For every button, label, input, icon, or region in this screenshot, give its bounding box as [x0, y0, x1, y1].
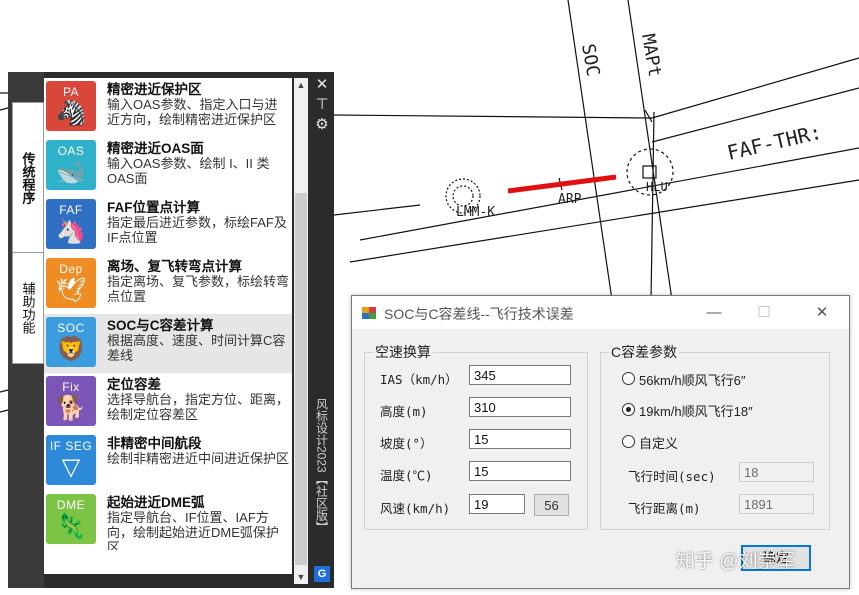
- temperature-input[interactable]: [469, 461, 571, 481]
- lizard-icon: DME 🦎: [46, 494, 96, 544]
- unicorn-icon: FAF 🦄: [46, 199, 96, 249]
- radio-19kmh-18s[interactable]: [622, 403, 635, 416]
- minimize-button[interactable]: —: [691, 296, 737, 329]
- brand-logo: G: [314, 566, 330, 582]
- tool-item-title: FAF位置点计算: [107, 200, 200, 215]
- radio-custom-label: 自定义: [639, 436, 679, 451]
- ias-input[interactable]: [469, 365, 571, 385]
- tool-item-title: 精密进近OAS面: [107, 141, 204, 156]
- tool-item-dme[interactable]: DME 🦎 起始进近DME弧 指定导航台、IF位置、IAF方向，绘制起始进近DM…: [44, 491, 292, 550]
- flight-time-input[interactable]: [739, 462, 814, 482]
- lmm-circle-inner: [452, 185, 474, 207]
- tool-item-if-seg[interactable]: IF SEG ▽ 非精密中间航段 绘制非精密进近中间进近保护区: [44, 432, 292, 491]
- bank-angle-label: 坡度(°）: [380, 436, 433, 451]
- tab-traditional-procedures[interactable]: 传统程序: [12, 102, 44, 254]
- tool-item-desc: 根据高度、速度、时间计算C容差线: [107, 333, 286, 363]
- cad-line-3: [359, 147, 859, 241]
- scroll-up-icon[interactable]: ▲: [294, 78, 308, 92]
- cad-line-8: [0, 107, 9, 111]
- tool-item-desc: 指定导航台、IF位置、IAF方向，绘制起始进近DME弧保护区: [107, 510, 279, 550]
- bird-icon: Dep 🕊: [46, 258, 96, 308]
- close-icon[interactable]: ✕: [312, 76, 332, 94]
- tool-list: PA 🦓 精密进近保护区 输入OAS参数、指定入口与进近方向，绘制精密进近保护区…: [44, 78, 292, 574]
- tool-item-pa[interactable]: PA 🦓 精密进近保护区 输入OAS参数、指定入口与进近方向，绘制精密进近保护区: [44, 78, 292, 137]
- cad-line-vertical: [650, 111, 655, 301]
- gear-icon[interactable]: ⚙: [312, 116, 332, 134]
- bank-angle-input[interactable]: [469, 429, 571, 449]
- faf-thr-label: FAF-THR:: [725, 120, 824, 165]
- tool-item-oas[interactable]: OAS 🐋 精密进近OAS面 输入OAS参数、绘制 I、II 类OAS面: [44, 137, 292, 196]
- tab-auxiliary-functions-label: 辅助功能: [20, 282, 36, 334]
- tool-item-desc: 输入OAS参数、绘制 I、II 类OAS面: [107, 156, 270, 186]
- tool-item-dep[interactable]: Dep 🕊 离场、复飞转弯点计算 指定离场、复飞参数，标绘转弯点位置: [44, 255, 292, 314]
- temperature-label: 温度(℃): [380, 468, 433, 483]
- flight-time-label: 飞行时间(sec): [628, 469, 716, 484]
- dog-icon: Fix 🐕: [46, 376, 96, 426]
- maximize-button[interactable]: ☐: [741, 296, 787, 329]
- radio-19kmh-18s-label: 19km/h顺风飞行18″: [639, 404, 753, 419]
- close-button[interactable]: ✕: [799, 296, 845, 329]
- tool-item-desc: 选择导航台，指定方位、距离，绘制定位容差区: [107, 392, 290, 422]
- wind-speed-label: 风速(km/h): [380, 501, 451, 516]
- cad-line-10: [0, 409, 9, 413]
- tool-item-title: 起始进近DME弧: [107, 495, 205, 510]
- altitude-input[interactable]: [469, 397, 571, 417]
- scroll-thumb[interactable]: [295, 193, 307, 565]
- whale-icon: OAS 🐋: [46, 140, 96, 190]
- pin-icon[interactable]: ⊤: [312, 96, 332, 114]
- tool-item-title: 离场、复飞转弯点计算: [107, 259, 242, 274]
- hlu-label: HLU: [646, 180, 668, 194]
- radio-56kmh-6s-label: 56km/h顺风飞行6″: [639, 373, 746, 388]
- tool-item-title: SOC与C容差计算: [107, 318, 214, 333]
- cad-line-5: [333, 114, 653, 119]
- tool-item-soc[interactable]: SOC 🦁 SOC与C容差计算 根据高度、速度、时间计算C容差线: [44, 314, 292, 373]
- cad-line-6: [333, 204, 421, 216]
- tool-item-faf[interactable]: FAF 🦄 FAF位置点计算 指定最后进近参数，标绘FAF及IF点位置: [44, 196, 292, 255]
- soc-c-tolerance-dialog: SOC与C容差线--飞行技术误差 — ☐ ✕ 空速换算 IAS（km/h） 高度…: [351, 295, 850, 589]
- lmm-label: LMM-K: [456, 205, 495, 220]
- airspeed-group-legend: 空速换算: [375, 344, 431, 360]
- dialog-titlebar: SOC与C容差线--飞行技术误差 — ☐ ✕: [352, 296, 849, 329]
- palette-title-strip: ✕ ⊤ ⚙ 风标设计2023【社区版】 G: [310, 72, 334, 588]
- arp-label: ARP: [558, 192, 582, 207]
- tool-item-desc: 指定最后进近参数，标绘FAF及IF点位置: [107, 215, 287, 245]
- tab-auxiliary-functions[interactable]: 辅助功能: [12, 252, 44, 364]
- tool-list-scrollbar[interactable]: ▲ ▼: [294, 78, 308, 584]
- tool-item-desc: 输入OAS参数、指定入口与进近方向，绘制精密进近保护区: [107, 97, 278, 127]
- cad-line-1: [651, 57, 859, 119]
- mapt-label: MAPt: [637, 32, 665, 78]
- tool-item-fix[interactable]: Fix 🐕 定位容差 选择导航台，指定方位、距离，绘制定位容差区: [44, 373, 292, 432]
- altitude-label: 高度(m): [380, 404, 428, 419]
- flight-distance-label: 飞行距离(m): [628, 501, 701, 516]
- tab-traditional-procedures-label: 传统程序: [20, 152, 36, 204]
- wind-speed-input[interactable]: [469, 494, 525, 514]
- segment-icon: IF SEG ▽: [46, 435, 96, 485]
- watermark: 知乎 @刘崇军: [676, 551, 796, 572]
- tool-palette: 传统程序 辅助功能 PA 🦓 精密进近保护区 输入OAS参数、指定入口与进近方向…: [8, 72, 334, 588]
- zebra-icon: PA 🦓: [46, 81, 96, 131]
- palette-tab-strip: 传统程序 辅助功能: [8, 72, 44, 588]
- tool-item-desc: 指定离场、复飞参数，标绘转弯点位置: [107, 274, 290, 304]
- tool-item-title: 精密进近保护区: [107, 82, 202, 97]
- c-tolerance-group-legend: C容差参数: [611, 344, 678, 360]
- radio-custom[interactable]: [622, 435, 635, 448]
- cad-line-9: [0, 389, 9, 393]
- wind-speed-output: 56: [534, 494, 569, 516]
- tool-item-title: 非精密中间航段: [107, 436, 202, 451]
- radio-56kmh-6s[interactable]: [622, 372, 635, 385]
- tool-item-desc: 绘制非精密进近中间进近保护区: [107, 451, 290, 466]
- tool-item-title: 定位容差: [107, 377, 161, 392]
- app-icon: [362, 307, 376, 319]
- dialog-title: SOC与C容差线--飞行技术误差: [384, 306, 574, 322]
- scroll-down-icon[interactable]: ▼: [294, 570, 308, 584]
- ias-label: IAS（km/h）: [380, 372, 458, 387]
- soc-label: SOC: [577, 42, 603, 78]
- flight-distance-input[interactable]: [739, 494, 814, 514]
- palette-window-title: 风标设计2023【社区版】: [314, 398, 329, 533]
- lion-icon: SOC 🦁: [46, 317, 96, 367]
